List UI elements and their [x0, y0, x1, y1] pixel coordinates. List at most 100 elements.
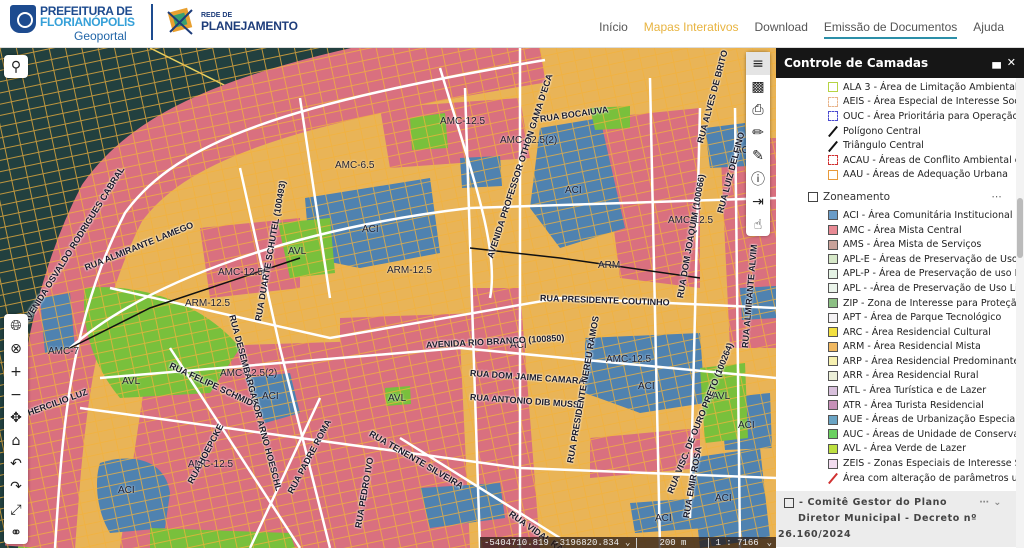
- map-search-button[interactable]: ⚲: [4, 55, 28, 78]
- more-options-icon[interactable]: ⋯: [992, 191, 1003, 203]
- logo-line2: FLORIANÓPOLIS: [40, 15, 135, 29]
- basemap-checker-icon[interactable]: ▩: [746, 75, 770, 98]
- nav-download[interactable]: Download: [755, 20, 808, 39]
- color-swatch-icon: [828, 268, 838, 279]
- coordinate-readout: -5404710.819 -3196820.834: [484, 537, 620, 548]
- legend-label: AEIS - Área Especial de Interesse Social: [843, 96, 1016, 108]
- comite-line1: - Comitê Gestor do Plano: [799, 497, 948, 508]
- legend-label: AUE - Áreas de Urbanização Especial: [843, 414, 1016, 426]
- close-icon[interactable]: ✕: [1007, 56, 1016, 69]
- legend-item: APL-P - Área de Preservação de uso Limit: [776, 267, 1016, 282]
- legend-label: AMC - Área Mista Central: [843, 224, 962, 236]
- pointer-hand-icon[interactable]: ☝: [746, 213, 770, 236]
- color-swatch-icon: [828, 429, 838, 440]
- color-swatch-icon: [828, 414, 838, 425]
- group-label: Zoneamento: [823, 191, 891, 204]
- minimize-icon[interactable]: ▄: [992, 56, 1000, 69]
- undo-icon[interactable]: ↶: [4, 452, 28, 475]
- left-map-toolbar: 🌐︎ ⊗ + − ✥ ⌂ ↶ ↷ ⤢ ⚭: [4, 314, 28, 544]
- color-swatch-icon: [828, 327, 838, 338]
- color-swatch-icon: [828, 96, 838, 107]
- legend-item: APL-E - Áreas de Preservação de Uso Lim: [776, 252, 1016, 267]
- scrollbar-thumb[interactable]: [1017, 198, 1023, 258]
- color-swatch-icon: [828, 155, 838, 166]
- line-swatch-icon: [828, 125, 838, 138]
- legend-item: ATL - Área Turística e de Lazer: [776, 383, 1016, 398]
- header: PREFEITURA DE FLORIANÓPOLIS Geoportal RE…: [0, 0, 1024, 48]
- panel-scrollbar[interactable]: [1016, 78, 1024, 548]
- globe-icon[interactable]: 🌐︎: [4, 314, 28, 337]
- comite-line2: Diretor Municipal - Decreto nº: [798, 513, 978, 524]
- nav-inicio[interactable]: Início: [599, 20, 628, 39]
- zone-label: AMC-12.5: [218, 267, 264, 278]
- zoom-out-icon[interactable]: −: [4, 383, 28, 406]
- legend-item: Polígono Central: [776, 124, 1016, 139]
- projection-dropdown-icon[interactable]: ⌄: [625, 538, 630, 548]
- logo-divider: [151, 4, 153, 40]
- red-line-swatch: [828, 473, 838, 485]
- nav-ajuda[interactable]: Ajuda: [973, 20, 1004, 39]
- redo-icon[interactable]: ↷: [4, 475, 28, 498]
- color-swatch-icon: [828, 370, 838, 381]
- nav-mapas-interativos[interactable]: Mapas Interativos: [644, 20, 739, 39]
- zone-label: AMC-12.5: [440, 116, 486, 127]
- color-swatch-icon: [828, 82, 838, 93]
- zone-label: ARM-12.5: [185, 298, 231, 309]
- nav-emissao-documentos[interactable]: Emissão de Documentos: [823, 20, 958, 39]
- legend-item: ACAU - Áreas de Conflito Ambiental e Url: [776, 153, 1016, 168]
- export-icon[interactable]: ⇥: [746, 190, 770, 213]
- prefeitura-logo[interactable]: PREFEITURA DE FLORIANÓPOLIS Geoportal: [10, 4, 135, 44]
- home-icon[interactable]: ⌂: [4, 429, 28, 452]
- layers-icon[interactable]: ≡: [746, 52, 770, 75]
- logo2-big: PLANEJAMENTO: [201, 19, 298, 33]
- right-map-toolbar: ≡ ▩ ⎙ ✏ ✎ ⓘ ⇥ ☝: [746, 52, 770, 236]
- legend-label: APL - -Área de Preservação de Uso Limita: [843, 282, 1016, 294]
- legend-item: OUC - Área Prioritária para Operação Urb: [776, 109, 1016, 124]
- legend-label: APT - Área de Parque Tecnológico: [843, 312, 1002, 324]
- logo-subtitle: Geoportal: [74, 29, 127, 43]
- scale-readout[interactable]: 1 : 7166: [715, 538, 758, 548]
- zone-label: AMC-6.5: [335, 160, 375, 171]
- logo2-small: REDE DE: [201, 12, 233, 19]
- print-icon[interactable]: ⎙: [746, 98, 770, 121]
- layer-group-comite[interactable]: - Comitê Gestor do Plano ⋯ ⌄ Diretor Muni…: [776, 491, 1016, 547]
- color-swatch-icon: [828, 298, 838, 309]
- layer-group-zoneamento[interactable]: Zoneamento ⋯: [776, 186, 1016, 208]
- line-swatch-icon: [828, 140, 838, 152]
- zone-label: ACI: [565, 185, 582, 196]
- layer-list: ALA 3 - Área de Limitação Ambiental 3 (A…: [776, 78, 1016, 548]
- pan-icon[interactable]: ✥: [4, 406, 28, 429]
- color-swatch-icon: [828, 400, 838, 411]
- legend-item: ZEIS - Zonas Especiais de Interesse Soci: [776, 456, 1016, 471]
- draw-pencil-icon[interactable]: ✎: [746, 144, 770, 167]
- more-and-expand-icons[interactable]: ⋯ ⌄: [979, 495, 1002, 511]
- legend-item-alteracao: Área com alteração de parâmetros urban: [776, 471, 1016, 486]
- measure-ruler-icon[interactable]: ✏: [746, 121, 770, 144]
- zoneamento-checkbox[interactable]: [808, 192, 818, 203]
- legend-item: AVL - Área Verde de Lazer: [776, 442, 1016, 457]
- color-swatch-icon: [828, 443, 838, 454]
- zone-label: ACI: [715, 493, 732, 504]
- scale-dropdown-icon[interactable]: ⌄: [767, 538, 776, 548]
- info-icon[interactable]: ⓘ: [746, 167, 770, 190]
- zone-label: AMC-7: [48, 346, 80, 357]
- legend-item: AMS - Área Mista de Serviços: [776, 237, 1016, 252]
- zoom-in-icon[interactable]: +: [4, 360, 28, 383]
- coat-of-arms-icon: [10, 5, 36, 33]
- legend-item: AAU - Áreas de Adequação Urbana: [776, 168, 1016, 183]
- zone-label: ACI: [738, 420, 755, 431]
- comite-checkbox[interactable]: [784, 497, 794, 508]
- scale-bar: 200 m: [636, 537, 710, 548]
- legend-item: ARP - Área Residencial Predominante: [776, 354, 1016, 369]
- extent-icon[interactable]: ⚭: [4, 521, 28, 544]
- legend-label: ATL - Área Turística e de Lazer: [843, 385, 987, 397]
- map-canvas[interactable]: AMC-12.5 AMC-6.5 AMC-12.5(2) ACI ACI AVL…: [0, 48, 776, 548]
- fullscreen-icon[interactable]: ⤢: [4, 498, 28, 521]
- zone-label: AVL: [388, 393, 407, 404]
- legend-item: Triângulo Central: [776, 138, 1016, 153]
- legend-item: ZIP - Zona de Interesse para Proteção: [776, 296, 1016, 311]
- legend-label: APL-P - Área de Preservação de uso Limit: [843, 268, 1016, 280]
- zoom-reset-icon[interactable]: ⊗: [4, 337, 28, 360]
- legend-label: Triângulo Central: [843, 140, 924, 152]
- rede-planejamento-logo-icon: [167, 7, 193, 35]
